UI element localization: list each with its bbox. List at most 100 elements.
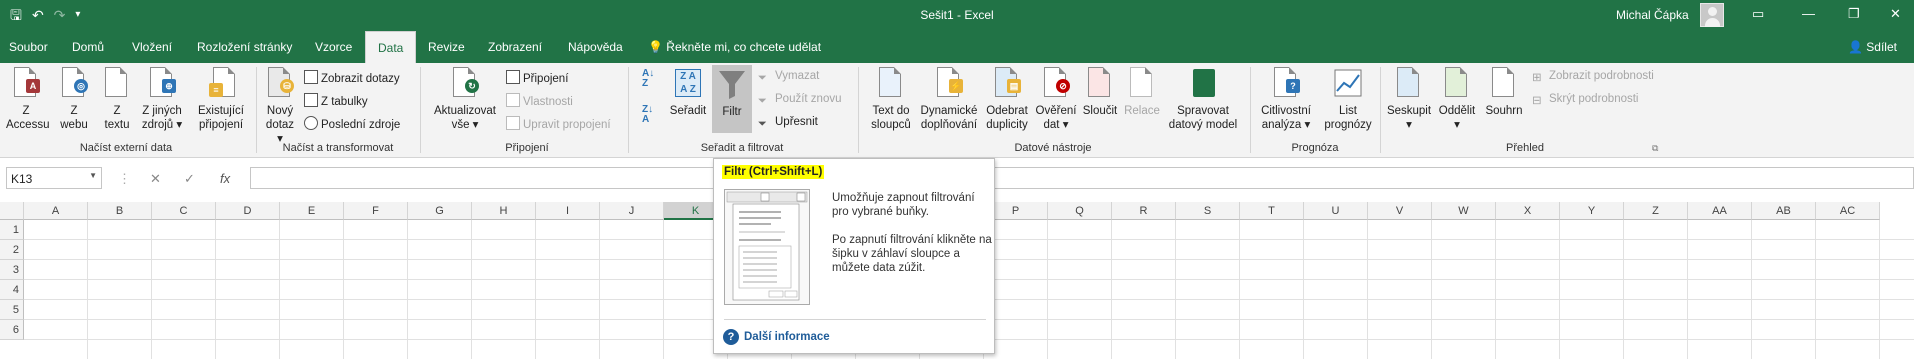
tab-insert[interactable]: Vložení <box>132 40 172 54</box>
tab-page-layout[interactable]: Rozložení stránky <box>197 40 292 54</box>
sort-za-icon[interactable]: Z↓ A <box>642 105 653 125</box>
avatar[interactable] <box>1700 3 1724 27</box>
column-header[interactable]: AA <box>1688 202 1752 220</box>
column-header[interactable]: R <box>1112 202 1176 220</box>
column-header[interactable]: U <box>1304 202 1368 220</box>
show-detail-icon: ⊞ <box>1532 72 1542 84</box>
manage-data-model-button[interactable]: Spravovat datový model <box>1164 67 1242 132</box>
row-header[interactable]: 3 <box>0 260 24 280</box>
column-header[interactable]: I <box>536 202 600 220</box>
data-validation-button[interactable]: ⊘ Ověření dat ▾ <box>1034 67 1078 132</box>
refresh-icon: ↻ <box>449 67 481 101</box>
reapply-button[interactable]: ⏷ Použít znovu <box>758 93 841 109</box>
cancel-icon[interactable]: ✕ <box>150 171 161 187</box>
column-header[interactable]: S <box>1176 202 1240 220</box>
column-header[interactable]: W <box>1432 202 1496 220</box>
chevron-down-icon[interactable]: ▼ <box>89 171 97 180</box>
what-if-analysis-button[interactable]: ? Citlivostní analýza ▾ <box>1256 67 1316 132</box>
name-box[interactable]: K13 ▼ <box>6 167 102 189</box>
from-web-button[interactable]: ◎ Zwebu <box>54 67 94 132</box>
btn-line2: webu <box>60 119 88 131</box>
filter-tooltip: Filtr (Ctrl+Shift+L) Umožňuje zapnout fi… <box>713 158 995 354</box>
from-other-sources-button[interactable]: ⊕ Z jiných zdrojů ▾ <box>138 67 186 132</box>
tab-help[interactable]: Nápověda <box>568 40 623 54</box>
tell-me-box[interactable]: 💡 Řekněte mi, co chcete udělat <box>648 40 821 54</box>
column-header[interactable]: Z <box>1624 202 1688 220</box>
from-access-button[interactable]: A Z Accessu <box>6 67 49 132</box>
btn-line2: prognózy <box>1324 119 1372 131</box>
existing-connections-button[interactable]: ≡ Existující připojení <box>194 67 248 132</box>
close-icon[interactable]: ✕ <box>1890 6 1901 22</box>
refresh-all-button[interactable]: ↻ Aktualizovat vše ▾ <box>432 67 498 132</box>
advanced-filter-button[interactable]: ⏷ Upřesnit <box>758 116 818 132</box>
restore-icon[interactable]: ❐ <box>1848 6 1860 22</box>
column-header[interactable]: J <box>600 202 664 220</box>
column-header[interactable]: G <box>408 202 472 220</box>
btn-label: Připojení <box>523 73 569 85</box>
group-icon <box>1393 67 1425 101</box>
tab-home[interactable]: Domů <box>72 40 104 54</box>
sort-az-icon[interactable]: A↓ Z <box>642 69 654 89</box>
from-text-button[interactable]: Ztextu <box>98 67 136 132</box>
more-info-link[interactable]: Další informace <box>744 331 830 343</box>
column-header[interactable]: C <box>152 202 216 220</box>
tab-formulas[interactable]: Vzorce <box>315 40 352 54</box>
ribbon-display-icon[interactable]: ▭ <box>1752 6 1764 22</box>
dialog-launcher-icon[interactable]: ⧉ <box>1652 143 1658 154</box>
ungroup-button[interactable]: Oddělit ▾ <box>1434 67 1480 132</box>
row-header[interactable]: 6 <box>0 320 24 340</box>
show-detail-button[interactable]: ⊞ Zobrazit podrobnosti <box>1532 70 1654 84</box>
tab-file[interactable]: Soubor <box>9 40 48 54</box>
share-button[interactable]: 👤 Sdílet <box>1848 40 1897 54</box>
hide-detail-button[interactable]: ⊟ Skrýt podrobnosti <box>1532 93 1639 107</box>
column-header[interactable]: AC <box>1816 202 1880 220</box>
sort-button[interactable]: Z AA Z Seřadit <box>666 67 710 118</box>
row-header[interactable]: 2 <box>0 240 24 260</box>
column-header[interactable]: AB <box>1752 202 1816 220</box>
from-table-button[interactable]: Z tabulky <box>304 93 368 108</box>
column-header[interactable]: T <box>1240 202 1304 220</box>
insert-function-icon[interactable]: fx <box>220 171 230 186</box>
relationships-button[interactable]: Relace <box>1122 67 1162 118</box>
column-header[interactable]: Y <box>1560 202 1624 220</box>
row-header[interactable]: 5 <box>0 300 24 320</box>
help-icon[interactable]: ? <box>723 329 739 345</box>
enter-icon[interactable]: ✓ <box>184 171 195 187</box>
row-header[interactable]: 4 <box>0 280 24 300</box>
user-name[interactable]: Michal Čápka <box>1616 8 1689 22</box>
select-all-corner[interactable] <box>0 202 24 220</box>
clear-filter-button[interactable]: ⏷ Vymazat <box>758 70 819 86</box>
show-queries-button[interactable]: Zobrazit dotazy <box>304 70 400 85</box>
tab-review[interactable]: Revize <box>428 40 465 54</box>
column-header[interactable]: E <box>280 202 344 220</box>
recent-sources-button[interactable]: Poslední zdroje <box>304 116 400 131</box>
column-header[interactable]: B <box>88 202 152 220</box>
consolidate-button[interactable]: Sloučit <box>1080 67 1120 118</box>
row-header[interactable]: 1 <box>0 220 24 240</box>
properties-button[interactable]: Vlastnosti <box>506 93 573 108</box>
forecast-sheet-button[interactable]: List prognózy <box>1320 67 1376 132</box>
column-header[interactable]: D <box>216 202 280 220</box>
column-header[interactable]: H <box>472 202 536 220</box>
connections-button[interactable]: Připojení <box>506 70 568 85</box>
column-header[interactable]: A <box>24 202 88 220</box>
tooltip-description: Umožňuje zapnout filtrování pro vybrané … <box>832 191 992 289</box>
formula-input[interactable] <box>250 167 1914 189</box>
column-header[interactable]: F <box>344 202 408 220</box>
column-header[interactable]: V <box>1368 202 1432 220</box>
btn-line2: vše ▾ <box>451 119 479 131</box>
column-header[interactable]: Q <box>1048 202 1112 220</box>
filter-button[interactable]: Filtr <box>712 65 752 133</box>
group-button[interactable]: Seskupit ▾ <box>1384 67 1434 132</box>
hide-detail-icon: ⊟ <box>1532 95 1542 107</box>
tab-view[interactable]: Zobrazení <box>488 40 542 54</box>
edit-links-button[interactable]: Upravit propojení <box>506 116 611 131</box>
tab-data[interactable]: Data <box>365 31 417 63</box>
subtotal-button[interactable]: Souhrn <box>1482 67 1526 118</box>
minimize-icon[interactable]: — <box>1802 6 1815 21</box>
new-query-button[interactable]: ⛁ Nový dotaz ▾ <box>262 67 298 146</box>
column-header[interactable]: X <box>1496 202 1560 220</box>
remove-duplicates-button[interactable]: ▤ Odebrat duplicity <box>982 67 1032 132</box>
flash-fill-button[interactable]: ⚡ Dynamické doplňování <box>918 67 980 132</box>
text-to-columns-button[interactable]: Text do sloupců <box>866 67 916 132</box>
